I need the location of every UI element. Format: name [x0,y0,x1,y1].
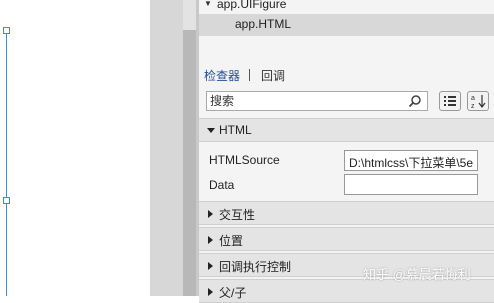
tree-item-label: app.UIFigure [217,0,287,11]
sort-az-button[interactable]: a z [467,91,489,111]
sort-az-icon: a z [471,95,486,110]
section-label: 回调执行控制 [219,260,292,274]
collapse-arrow-icon [207,128,215,133]
list-view-icon [444,96,456,106]
canvas-gutter [150,0,183,296]
tree-item-html[interactable]: app.HTML [199,14,494,36]
section-interactivity[interactable]: 交互性 [199,201,494,225]
expand-arrow-icon [208,262,213,270]
watermark: 知乎 @慕晨若悔利 [363,267,471,282]
tab-divider [249,69,250,81]
inspector-tabs: 检查器 回调 [199,63,494,85]
section-label: 父/子 [219,286,247,300]
search-icon[interactable] [408,94,422,108]
prop-label-data: Data [209,178,235,192]
data-field[interactable] [344,174,478,195]
section-label: 位置 [219,234,244,248]
section-position[interactable]: 位置 [199,227,494,251]
section-label: HTML [219,123,252,137]
section-label: 交互性 [219,208,256,222]
selection-outline [6,30,7,296]
expand-arrow-icon [208,210,213,218]
search-input[interactable] [210,93,400,109]
svg-text:z: z [471,103,475,110]
resize-handle-middle[interactable] [3,197,10,204]
component-browser-empty [199,36,494,60]
htmlsource-field[interactable]: D:\htmlcss\下拉菜单\5e [344,150,478,171]
search-box[interactable] [206,91,428,111]
svg-text:a: a [471,95,475,102]
tab-callbacks[interactable]: 回调 [261,67,285,84]
expand-arrow-icon [208,236,213,244]
design-canvas[interactable] [0,0,150,296]
section-html[interactable]: HTML [199,118,494,142]
html-properties: HTMLSource D:\htmlcss\下拉菜单\5e Data [199,142,494,201]
prop-label-htmlsource: HTMLSource [209,153,280,167]
expand-arrow-icon[interactable]: ▼ [204,0,212,14]
inspector-panel: ▼ app.UIFigure app.HTML 检查器 回调 a z [199,0,494,303]
resize-handle-top[interactable] [3,27,10,34]
scrollbar-thumb[interactable] [183,30,196,296]
tree-item-label: app.HTML [235,17,292,31]
tab-inspector[interactable]: 检查器 [204,67,240,84]
expand-arrow-icon [208,288,213,296]
list-view-button[interactable] [439,91,461,111]
